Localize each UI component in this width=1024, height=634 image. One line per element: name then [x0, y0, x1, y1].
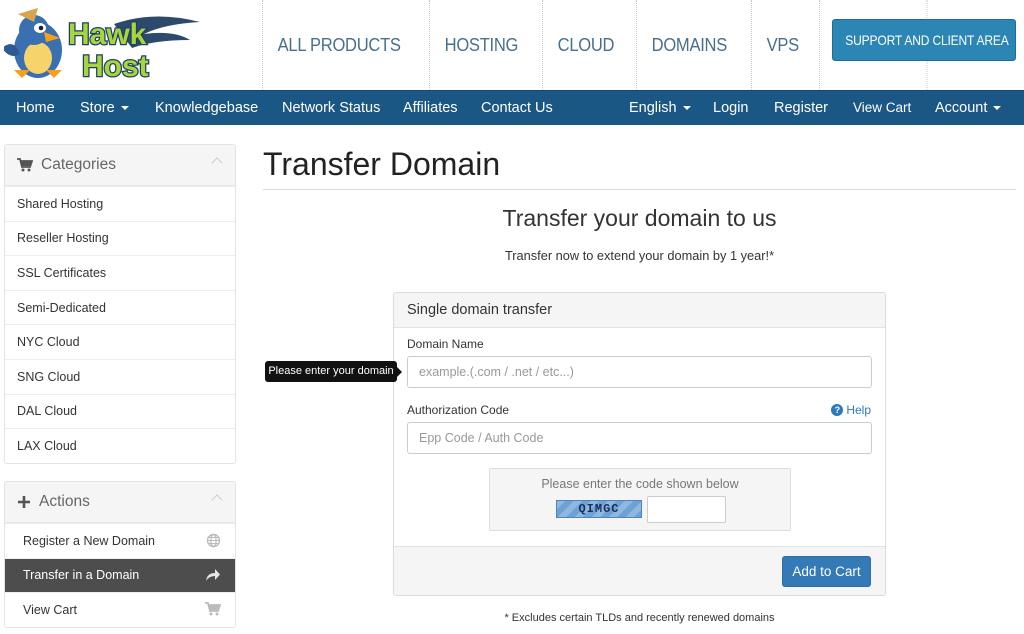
action-transfer-domain[interactable]: Transfer in a Domain	[5, 557, 235, 593]
action-register-domain[interactable]: Register a New Domain	[5, 523, 235, 558]
chevron-up-icon[interactable]	[211, 494, 223, 506]
page-title: Transfer Domain	[263, 146, 501, 182]
category-item-reseller-hosting[interactable]: Reseller Hosting	[5, 220, 235, 256]
domain-name-input[interactable]	[407, 356, 872, 388]
svg-text:Host: Host	[82, 50, 149, 83]
question-circle-icon: ?	[831, 404, 844, 416]
cart-icon	[205, 602, 222, 619]
navbar-language-label: English	[629, 100, 677, 116]
nav-cloud[interactable]: CLOUD	[541, 0, 629, 90]
support-client-area-button[interactable]: SUPPORT AND CLIENT AREA	[832, 19, 1016, 61]
captcha-prompt: Please enter the code shown below	[541, 477, 739, 491]
actions-title: Actions	[39, 493, 90, 510]
globe-icon	[206, 533, 221, 551]
navbar-account-label: Account	[935, 100, 988, 116]
tld-footnote: * Excludes certain TLDs and recently ren…	[504, 612, 775, 624]
share-arrow-icon	[205, 568, 221, 585]
navbar-knowledgebase[interactable]: Knowledgebase	[155, 91, 258, 125]
navbar-contact-us[interactable]: Contact Us	[481, 91, 553, 125]
primary-navbar: Home Store Knowledgebase Network Status …	[0, 90, 1024, 125]
navbar-login[interactable]: Login	[713, 91, 748, 125]
navbar-register[interactable]: Register	[774, 91, 828, 125]
category-item-nyc-cloud[interactable]: NYC Cloud	[5, 324, 235, 359]
navbar-store[interactable]: Store	[80, 91, 129, 125]
domain-name-label: Domain Name	[407, 337, 484, 351]
nav-vps[interactable]: VPS	[751, 0, 814, 90]
nav-all-products[interactable]: ALL PRODUCTS	[262, 0, 415, 90]
nav-hosting[interactable]: HOSTING	[428, 0, 533, 90]
navbar-store-label: Store	[80, 100, 115, 116]
transfer-lead-text: Transfer now to extend your domain by 1 …	[504, 248, 775, 263]
categories-panel: Categories Shared Hosting Reseller Hosti…	[4, 144, 236, 464]
card-footer: Add to Cart	[394, 546, 885, 595]
categories-title: Categories	[41, 156, 116, 173]
svg-text:Hawk: Hawk	[68, 18, 147, 51]
chevron-up-icon[interactable]	[211, 157, 223, 169]
domain-tooltip: Please enter your domain	[265, 361, 402, 382]
category-item-ssl-certificates[interactable]: SSL Certificates	[5, 255, 235, 290]
navbar-network-status[interactable]: Network Status	[282, 91, 380, 125]
help-link-label: Help	[846, 403, 871, 417]
hawk-host-logo[interactable]: Hawk Host	[2, 4, 200, 84]
authorization-code-label: Authorization Code	[407, 403, 510, 417]
navbar-home[interactable]: Home	[16, 91, 55, 125]
navbar-view-cart[interactable]: View Cart	[853, 91, 911, 125]
caret-down-icon	[993, 106, 1002, 111]
caret-down-icon	[120, 106, 129, 111]
captcha-image: QIMGC	[556, 500, 642, 518]
support-button-label: SUPPORT AND CLIENT AREA	[845, 32, 1009, 48]
navbar-language[interactable]: English	[629, 91, 691, 125]
category-item-lax-cloud[interactable]: LAX Cloud	[5, 428, 235, 463]
actions-panel: Actions Register a New Domain Transfer i…	[4, 481, 236, 628]
add-to-cart-button[interactable]: Add to Cart	[782, 556, 871, 587]
cart-icon	[17, 158, 33, 172]
category-item-sng-cloud[interactable]: SNG Cloud	[5, 358, 235, 394]
card-title: Single domain transfer	[394, 293, 885, 328]
action-register-domain-label: Register a New Domain	[23, 533, 155, 548]
actions-panel-header[interactable]: Actions	[5, 482, 235, 523]
categories-panel-header[interactable]: Categories	[5, 145, 235, 186]
site-header: Hawk Host ALL PRODUCTS HOSTING CLOUD DOM…	[0, 0, 1024, 90]
captcha-input[interactable]	[647, 496, 726, 523]
category-item-dal-cloud[interactable]: DAL Cloud	[5, 393, 235, 429]
single-domain-transfer-card: Single domain transfer Domain Name Autho…	[393, 292, 886, 596]
navbar-account[interactable]: Account	[935, 91, 1002, 125]
category-item-shared-hosting[interactable]: Shared Hosting	[5, 186, 235, 221]
action-view-cart[interactable]: View Cart	[5, 592, 235, 627]
transfer-heading: Transfer your domain to us	[502, 205, 777, 231]
help-link[interactable]: ? Help	[831, 403, 871, 417]
action-view-cart-label: View Cart	[23, 602, 77, 617]
plus-icon	[18, 496, 30, 508]
authorization-code-input[interactable]	[407, 422, 872, 454]
captcha-box: Please enter the code shown below QIMGC	[489, 468, 791, 531]
title-divider	[263, 189, 1016, 190]
category-item-semi-dedicated[interactable]: Semi-Dedicated	[5, 289, 235, 325]
caret-down-icon	[682, 106, 691, 111]
action-transfer-domain-label: Transfer in a Domain	[23, 568, 140, 583]
nav-domains[interactable]: DOMAINS	[636, 0, 742, 90]
navbar-affiliates[interactable]: Affiliates	[403, 91, 458, 125]
